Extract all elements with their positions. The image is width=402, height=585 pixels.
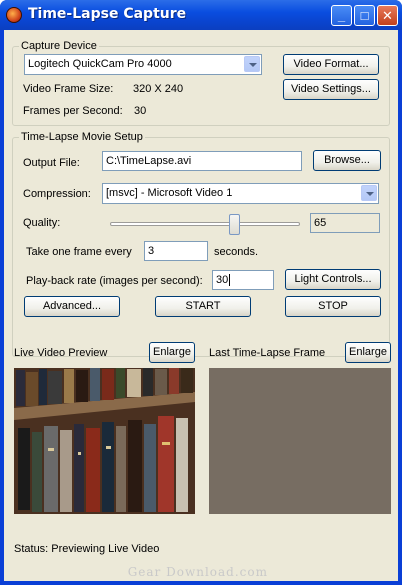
chevron-down-icon[interactable] xyxy=(244,56,260,72)
output-file-label: Output File: xyxy=(23,157,80,169)
light-controls-button[interactable]: Light Controls... xyxy=(285,269,381,290)
frame-size-value: 320 X 240 xyxy=(133,83,184,95)
dialog-client: Capture Device Logitech QuickCam Pro 400… xyxy=(4,30,398,581)
output-file-input[interactable]: C:\TimeLapse.avi xyxy=(102,151,302,171)
text-caret xyxy=(229,274,231,287)
compression-select[interactable]: [msvc] - Microsoft Video 1 xyxy=(102,183,379,204)
stop-button[interactable]: STOP xyxy=(285,296,381,317)
last-frame-label: Last Time-Lapse Frame xyxy=(209,347,326,359)
compression-select-value: [msvc] - Microsoft Video 1 xyxy=(106,187,233,199)
take-frame-label: Take one frame every xyxy=(26,246,132,258)
device-select[interactable]: Logitech QuickCam Pro 4000 xyxy=(24,54,262,75)
minimize-button[interactable]: _ xyxy=(331,5,352,26)
live-preview-label: Live Video Preview xyxy=(14,347,108,359)
start-button[interactable]: START xyxy=(155,296,251,317)
advanced-button[interactable]: Advanced... xyxy=(24,296,120,317)
compression-label: Compression: xyxy=(23,188,91,200)
playback-label: Play-back rate (images per second): xyxy=(26,275,203,287)
frame-size-label: Video Frame Size: xyxy=(23,83,114,95)
device-select-value: Logitech QuickCam Pro 4000 xyxy=(28,58,172,70)
playback-input[interactable]: 30 xyxy=(212,270,274,290)
live-video-preview xyxy=(14,368,195,514)
playback-value: 30 xyxy=(216,274,229,286)
quality-slider-track[interactable] xyxy=(110,222,300,226)
fps-value: 30 xyxy=(134,105,147,117)
title-bar[interactable]: Time-Lapse Capture _ □ ✕ xyxy=(0,0,402,30)
bookshelf-image xyxy=(14,368,195,514)
status-text: Status: Previewing Live Video xyxy=(14,543,160,555)
quality-value: 65 xyxy=(310,213,380,233)
seconds-label: seconds. xyxy=(214,246,259,258)
video-format-button[interactable]: Video Format... xyxy=(283,54,379,75)
quality-slider-thumb[interactable] xyxy=(228,214,240,235)
app-window: Time-Lapse Capture _ □ ✕ Capture Device … xyxy=(0,0,402,585)
app-icon[interactable] xyxy=(6,7,22,23)
live-enlarge-button[interactable]: Enlarge xyxy=(149,342,195,363)
maximize-button[interactable]: □ xyxy=(354,5,375,26)
chevron-down-icon[interactable] xyxy=(361,185,377,201)
close-button[interactable]: ✕ xyxy=(377,5,398,26)
last-enlarge-button[interactable]: Enlarge xyxy=(345,342,391,363)
capture-device-group-label: Capture Device xyxy=(19,40,99,52)
take-frame-input[interactable]: 3 xyxy=(144,241,208,261)
movie-setup-group-label: Time-Lapse Movie Setup xyxy=(19,131,145,143)
last-time-lapse-frame xyxy=(209,368,391,514)
window-title: Time-Lapse Capture xyxy=(28,6,187,22)
fps-label: Frames per Second: xyxy=(23,105,123,117)
video-settings-button[interactable]: Video Settings... xyxy=(283,79,379,100)
watermark: Gear Download.com xyxy=(127,565,268,579)
browse-button[interactable]: Browse... xyxy=(313,150,381,171)
quality-label: Quality: xyxy=(23,217,61,229)
